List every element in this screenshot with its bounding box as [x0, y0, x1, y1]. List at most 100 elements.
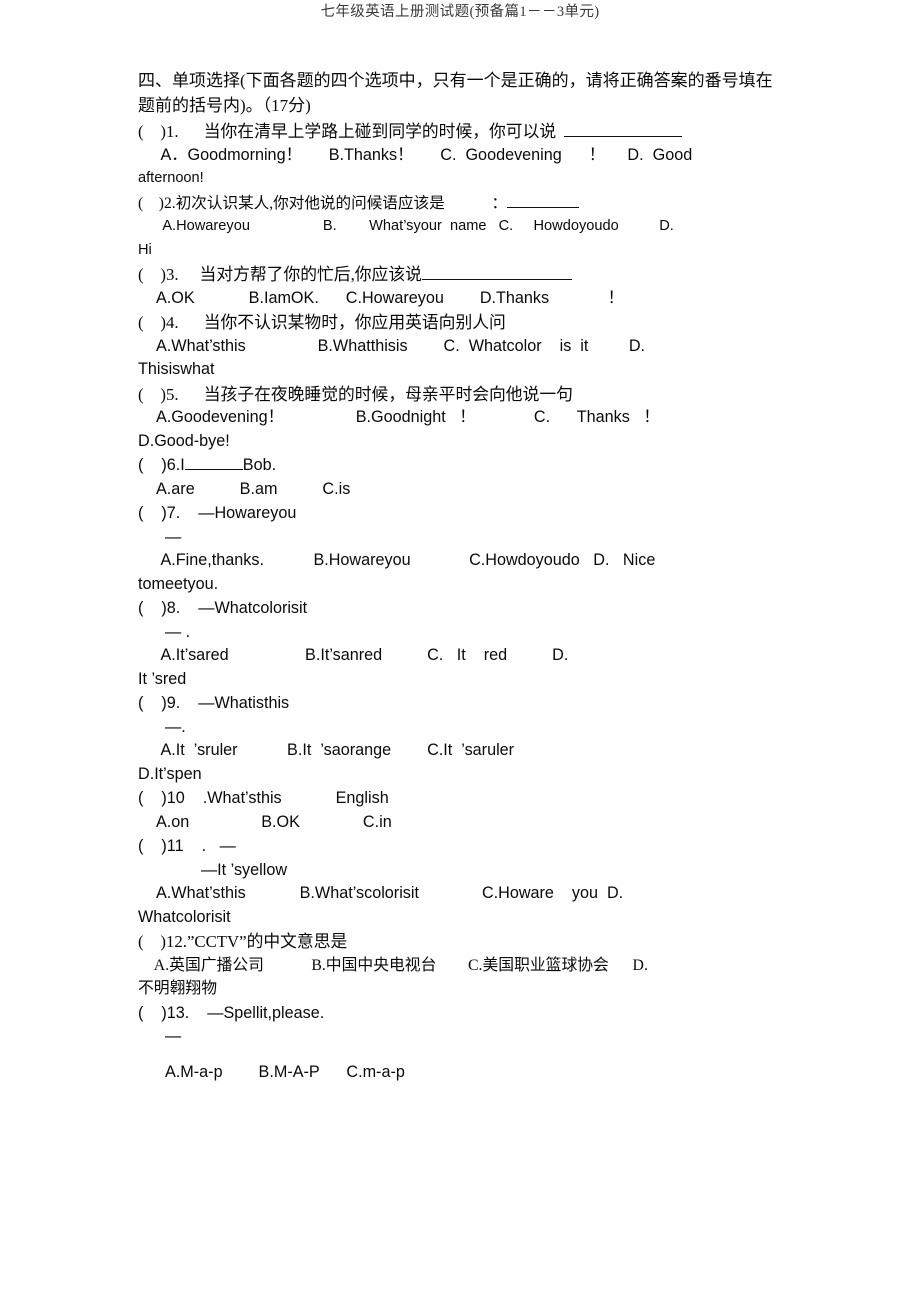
question-options: A.What’sthis B.What’scolorisit C.Howare … [138, 882, 788, 906]
question-stem: ( )9. —Whatisthis [138, 692, 788, 716]
question-marker: ( )12. [138, 932, 187, 951]
question-options: A.It ’sruler B.It ’saorange C.It ’sarule… [138, 739, 788, 763]
question-colon: ： [491, 194, 508, 212]
question-item: ( )9. —Whatisthis —. A.It ’sruler B.It ’… [138, 692, 788, 786]
question-item: ( )12.”CCTV”的中文意思是 A.英国广播公司 B.中国中央电视台 C.… [138, 930, 788, 1001]
question-options: A.M-a-p B.M-A-P C.m-a-p [138, 1061, 788, 1085]
question-item: ( )7. —Howareyou — A.Fine,thanks. B.Howa… [138, 502, 788, 596]
question-stem-line2: — [138, 526, 788, 550]
question-text: . — [201, 837, 236, 855]
question-marker: ( )7. [138, 504, 181, 522]
question-stem-line2: — [138, 1025, 788, 1049]
question-options: A.英国广播公司 B.中国中央电视台 C.美国职业篮球协会 D. [138, 954, 788, 978]
question-item: ( )4. 当你不认识某物时，你应用英语向别人问 A.What’sthis B.… [138, 311, 788, 382]
question-marker: ( )11 [138, 837, 184, 855]
question-stem-line2: —It ’syellow [138, 859, 788, 883]
exam-body: 四、单项选择(下面各题的四个选项中，只有一个是正确的，请将正确答案的番号填在题前… [138, 68, 788, 1084]
options-text: A.on B.OK C.in [156, 812, 392, 831]
question-item: ( )2.初次认识某人,你对他说的问候语应该是 ： A.Howareyou B.… [138, 192, 788, 263]
question-text: 当你不认识某物时，你应用英语向别人问 [203, 313, 506, 332]
question-marker: ( )6.I [138, 456, 185, 474]
question-options: A.It’sared B.It’sanred C. It red D. [138, 644, 788, 668]
question-stem: ( )6.I Bob. [138, 454, 788, 478]
question-marker: ( )1. [138, 122, 179, 141]
exam-page: 七年级英语上册测试题(预备篇1－－3单元) 四、单项选择(下面各题的四个选项中，… [0, 0, 920, 1304]
question-marker: ( )9. [138, 694, 181, 712]
answer-blank[interactable] [507, 193, 580, 208]
answer-line: —It ’syellow [200, 860, 288, 879]
question-text: 当你在清早上学路上碰到同学的时候，你可以说 [203, 122, 557, 141]
question-stem: ( )4. 当你不认识某物时，你应用英语向别人问 [138, 311, 788, 335]
question-text: Bob. [242, 456, 277, 474]
question-options: A．Goodmorning！ B.Thanks！ C. Goodevening … [138, 144, 788, 168]
question-marker: ( )13. [138, 1003, 190, 1022]
answer-blank[interactable] [564, 122, 683, 137]
question-item: ( )8. —Whatcolorisit — . A.It’sared B.It… [138, 597, 788, 691]
question-item: ( )6.I Bob. A.are B.am C.is [138, 454, 788, 501]
question-marker: ( )10 [138, 789, 185, 807]
options-wrap: 不明翱翔物 [138, 980, 217, 997]
question-stem: ( )5. 当孩子在夜晚睡觉的时候，母亲平时会向他说一句 [138, 383, 788, 407]
question-text: .What’sthis English [202, 789, 389, 807]
question-stem-line2: — . [138, 621, 788, 645]
question-stem: ( )2.初次认识某人,你对他说的问候语应该是 ： [138, 192, 788, 216]
question-options: A.Fine,thanks. B.Howareyou C.Howdoyoudo … [138, 549, 788, 573]
options-text: A.What’sthis B.Whatthisis C. Whatcolor i… [156, 336, 646, 355]
question-options: A.What’sthis B.Whatthisis C. Whatcolor i… [138, 335, 788, 359]
question-text: 初次认识某人,你对他说的问候语应该是 [175, 194, 445, 212]
options-text: A.OK B.IamOK. C.Howareyou D.Thanks ！ [156, 288, 624, 307]
running-header: 七年级英语上册测试题(预备篇1－－3单元) [320, 4, 600, 20]
question-text: 当对方帮了你的忙后,你应该说 [199, 265, 422, 284]
question-text: 当孩子在夜晚睡觉的时候，母亲平时会向他说一句 [203, 384, 573, 404]
options-text: A.Goodevening！ B.Goodnight ！ C. Thanks ！ [156, 408, 660, 426]
options-text: A.are B.am C.is [156, 479, 351, 498]
options-wrap: D.It’spen [138, 764, 202, 783]
question-text: —Howareyou [198, 504, 297, 522]
question-marker: ( )8. [138, 599, 181, 617]
question-text: —Whatcolorisit [198, 599, 308, 617]
question-options: A.OK B.IamOK. C.Howareyou D.Thanks ！ [138, 287, 788, 311]
question-item: ( )13. —Spellit,please. — A.M-a-p B.M-A-… [138, 1002, 788, 1085]
question-marker: ( )4. [138, 313, 179, 332]
options-text: A.Fine,thanks. B.Howareyou C.Howdoyoudo … [160, 551, 656, 569]
question-options: A.on B.OK C.in [138, 811, 788, 835]
options-wrap: tomeetyou. [138, 574, 219, 593]
question-stem: ( )1. 当你在清早上学路上碰到同学的时候，你可以说 [138, 120, 788, 144]
question-marker: ( )3. [138, 265, 179, 284]
dash-mark: — [165, 527, 182, 546]
question-stem: ( )10 .What’sthis English [138, 787, 788, 811]
question-item: ( )5. 当孩子在夜晚睡觉的时候，母亲平时会向他说一句 A.Goodeveni… [138, 383, 788, 454]
question-stem: ( )11 . — [138, 835, 788, 859]
options-wrap: Hi [138, 241, 152, 258]
question-marker: ( )5. [138, 384, 179, 404]
question-options: A.Goodevening！ B.Goodnight ！ C. Thanks ！ [138, 406, 788, 430]
question-text: ”CCTV”的中文意思是 [186, 932, 348, 951]
question-stem-line2: —. [138, 716, 788, 740]
options-text: A.It ’sruler B.It ’saorange C.It ’sarule… [160, 741, 515, 759]
options-wrap: Thisiswhat [138, 360, 215, 378]
options-wrap: afternoon! [138, 170, 204, 186]
question-stem: ( )3. 当对方帮了你的忙后,你应该说 [138, 263, 788, 287]
question-stem: ( )7. —Howareyou [138, 502, 788, 526]
options-text: A．Goodmorning！ B.Thanks！ C. Goodevening … [160, 145, 693, 164]
options-wrap: It ’sred [138, 669, 187, 688]
options-text: A.Howareyou B. What’syour name C. Howdoy… [162, 218, 674, 234]
answer-blank[interactable] [421, 265, 572, 280]
question-item: ( )10 .What’sthis English A.on B.OK C.in [138, 787, 788, 834]
question-stem: ( )8. —Whatcolorisit [138, 597, 788, 621]
options-text: A.It’sared B.It’sanred C. It red D. [160, 646, 569, 664]
options-text: A.英国广播公司 B.中国中央电视台 C.美国职业篮球协会 D. [153, 956, 648, 974]
options-wrap: D.Good-bye! [138, 431, 230, 450]
question-stem: ( )12.”CCTV”的中文意思是 [138, 930, 788, 954]
options-text: A.M-a-p B.M-A-P C.m-a-p [165, 1062, 405, 1081]
options-wrap: Whatcolorisit [138, 907, 231, 926]
section-instruction: 四、单项选择(下面各题的四个选项中，只有一个是正确的，请将正确答案的番号填在题前… [138, 71, 773, 115]
answer-blank[interactable] [184, 455, 243, 470]
dash-mark: —. [165, 717, 186, 736]
question-marker: ( )2. [138, 194, 176, 212]
dash-mark: — [165, 1027, 182, 1045]
question-stem: ( )13. —Spellit,please. [138, 1002, 788, 1026]
question-options: A.are B.am C.is [138, 478, 788, 502]
question-item: ( )1. 当你在清早上学路上碰到同学的时候，你可以说 A．Goodmornin… [138, 120, 788, 191]
options-text: A.What’sthis B.What’scolorisit C.Howare … [156, 884, 624, 902]
